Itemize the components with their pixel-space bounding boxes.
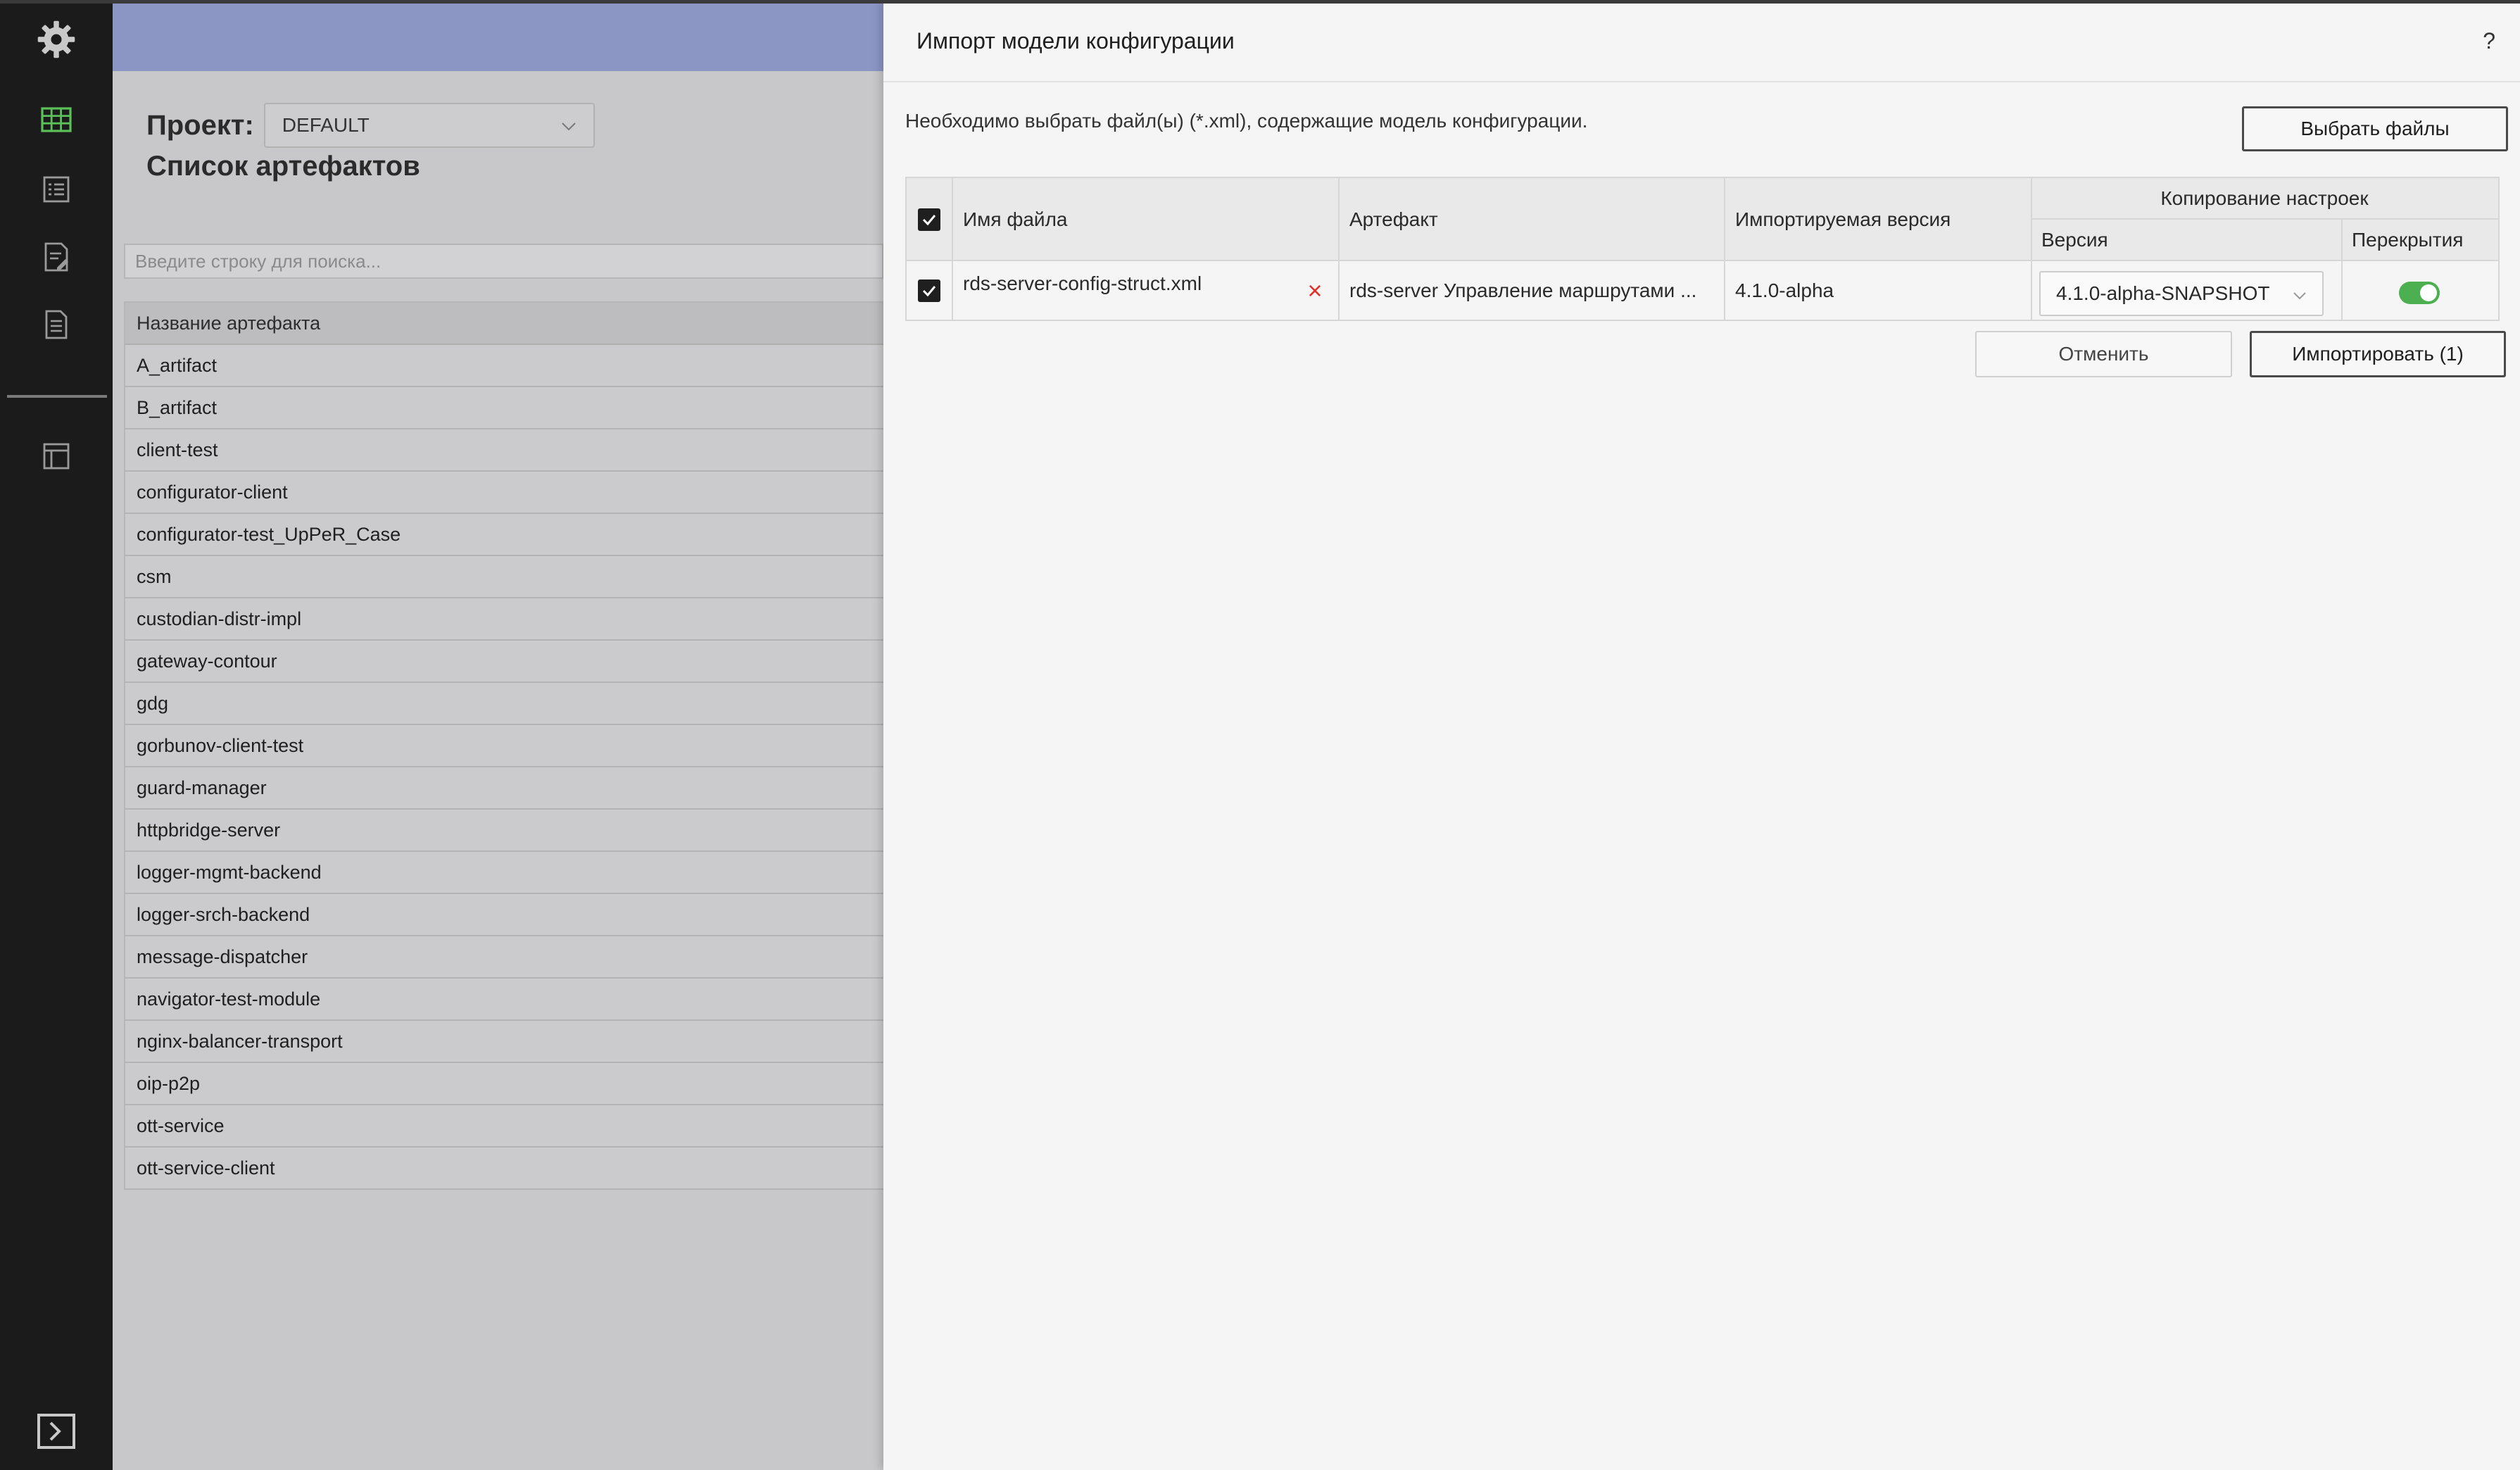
nav-divider	[7, 395, 107, 398]
table-row[interactable]: nginx-balancer-transport	[125, 1021, 883, 1063]
document-list-icon[interactable]	[44, 310, 69, 339]
table-row[interactable]: gdg	[125, 683, 883, 725]
table-row[interactable]: csm	[125, 556, 883, 598]
row-checkbox[interactable]	[918, 279, 940, 302]
project-select[interactable]: DEFAULT	[263, 103, 595, 148]
artifacts-table: Название артефакта A_artifact B_artifact c…	[124, 301, 883, 1190]
chevron-down-icon	[561, 114, 577, 137]
layout-panel-icon[interactable]	[43, 443, 70, 470]
gear-icon[interactable]	[35, 18, 77, 61]
version-select[interactable]: 4.1.0-alpha-SNAPSHOT	[2039, 271, 2324, 316]
table-grid-icon[interactable]	[41, 107, 72, 132]
header-overrides[interactable]: Перекрытия	[2352, 219, 2493, 260]
choose-files-button[interactable]: Выбрать файлы	[2242, 106, 2508, 151]
select-all-cell	[907, 178, 952, 260]
table-row[interactable]: custodian-distr-impl	[125, 598, 883, 641]
table-row[interactable]: A_artifact	[125, 345, 883, 387]
overrides-toggle[interactable]	[2399, 282, 2440, 304]
table-row[interactable]: B_artifact	[125, 387, 883, 429]
nav-rail	[0, 0, 113, 1470]
toggle-knob	[2420, 284, 2437, 301]
grid-line	[2031, 178, 2032, 320]
grid-line	[2031, 218, 2498, 220]
row-select-cell	[907, 261, 952, 320]
project-label: Проект:	[146, 109, 254, 141]
import-button[interactable]: Импортировать (1)	[2250, 331, 2506, 377]
table-row[interactable]: ott-service-client	[125, 1148, 883, 1190]
header-filename[interactable]: Имя файла	[963, 178, 1329, 260]
version-select-value: 4.1.0-alpha-SNAPSHOT	[2056, 282, 2270, 304]
header-copy-settings: Копирование настроек	[2160, 187, 2369, 209]
dialog-header: Импорт модели конфигурации ?	[883, 0, 2520, 82]
artifacts-page: Проект: DEFAULT Список артефактов Назван…	[113, 0, 883, 1470]
page-banner	[113, 0, 883, 71]
table-row[interactable]: gorbunov-client-test	[125, 725, 883, 767]
table-row[interactable]: logger-mgmt-backend	[125, 852, 883, 894]
document-edit-icon[interactable]	[43, 242, 70, 272]
dialog-title: Импорт модели конфигурации	[916, 28, 1235, 54]
help-icon[interactable]: ?	[2483, 28, 2495, 54]
window-top-border	[0, 0, 2520, 4]
project-select-value: DEFAULT	[282, 114, 370, 136]
import-files-table: Имя файла Артефакт Импортируемая версия …	[905, 177, 2500, 321]
remove-file-cell: ×	[1301, 261, 1329, 320]
table-row[interactable]: configurator-client	[125, 472, 883, 514]
artifacts-table-header[interactable]: Название артефакта	[125, 303, 883, 345]
row-imported-version: 4.1.0-alpha	[1735, 279, 1834, 301]
grid-line	[1338, 178, 1340, 320]
table-row[interactable]: httpbridge-server	[125, 810, 883, 852]
grid-line	[1724, 178, 1725, 320]
table-row[interactable]: ott-service	[125, 1105, 883, 1148]
select-all-checkbox[interactable]	[918, 208, 940, 231]
page-title: Список артефактов	[146, 151, 420, 182]
table-row[interactable]: oip-p2p	[125, 1063, 883, 1105]
header-imported-version[interactable]: Импортируемая версия	[1735, 178, 2031, 260]
chevron-down-icon	[2293, 282, 2307, 305]
remove-file-icon[interactable]: ×	[1307, 277, 1322, 303]
artifacts-table-body: A_artifact B_artifact client-test configura…	[125, 345, 883, 1190]
cancel-button[interactable]: Отменить	[1975, 331, 2232, 377]
table-row[interactable]: gateway-contour	[125, 641, 883, 683]
row-filename: rds-server-config-struct.xml	[963, 272, 1202, 294]
grid-line	[952, 178, 953, 320]
table-row[interactable]: navigator-test-module	[125, 979, 883, 1021]
header-artifact[interactable]: Артефакт	[1349, 178, 1715, 260]
table-row[interactable]: logger-srch-backend	[125, 894, 883, 936]
table-row[interactable]: configurator-test_UpPeR_Case	[125, 514, 883, 556]
header-version[interactable]: Версия	[2041, 219, 2337, 260]
row-artifact: rds-server Управление маршрутами ...	[1349, 279, 1697, 301]
table-row[interactable]: message-dispatcher	[125, 936, 883, 979]
grid-line	[2341, 219, 2343, 320]
dialog-instruction: Необходимо выбрать файл(ы) (*.xml), соде…	[905, 110, 1588, 132]
search-input[interactable]	[124, 244, 883, 279]
table-row[interactable]: client-test	[125, 429, 883, 472]
expand-panel-icon[interactable]	[37, 1413, 76, 1450]
table-row[interactable]: guard-manager	[125, 767, 883, 810]
project-row: Проект: DEFAULT	[146, 103, 595, 148]
import-config-dialog: Импорт модели конфигурации ? Необходимо …	[883, 0, 2520, 1470]
list-icon[interactable]	[43, 176, 70, 203]
